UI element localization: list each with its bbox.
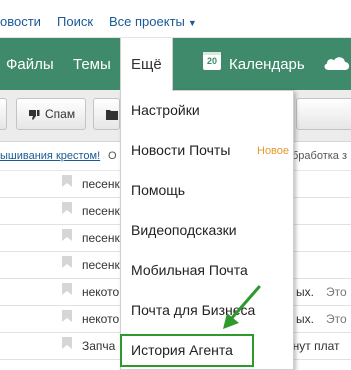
message-subject: песенк xyxy=(82,258,120,272)
news-link[interactable]: овости xyxy=(0,14,41,29)
cloud-icon[interactable] xyxy=(323,56,351,70)
nav-more-label: Ещё xyxy=(131,56,162,73)
message-snippet: ых. xyxy=(296,312,314,326)
calendar-day: 20 xyxy=(206,56,217,66)
thumb-down-icon xyxy=(29,110,40,120)
nav-topics[interactable]: Темы xyxy=(73,56,111,73)
flag-icon[interactable] xyxy=(62,310,72,322)
flag-icon[interactable] xyxy=(62,337,72,349)
message-snippet: анут плат xyxy=(286,339,340,353)
flag-icon[interactable] xyxy=(62,202,72,214)
main-nav: Файлы Темы Календарь xyxy=(0,38,351,90)
top-links-bar: овости Поиск Все проекты ▼ xyxy=(0,0,351,38)
message-subject: песенк xyxy=(82,177,120,191)
new-badge: Новое xyxy=(257,145,290,157)
message-subject: песенк xyxy=(82,204,120,218)
chevron-down-icon: ▼ xyxy=(187,18,197,28)
message-snippet-extra: Это xyxy=(326,312,347,326)
menu-item-help[interactable]: Помощь xyxy=(131,182,185,198)
flag-icon[interactable] xyxy=(62,175,72,187)
info-text: О xyxy=(108,150,117,162)
toolbar-button-right[interactable] xyxy=(296,98,351,130)
menu-item-mail-news[interactable]: Новости Почты xyxy=(131,142,230,158)
message-snippet: ых. xyxy=(296,285,314,299)
nav-files[interactable]: Файлы xyxy=(6,56,54,73)
message-subject: некото xyxy=(82,312,120,326)
flag-icon[interactable] xyxy=(62,283,72,295)
nav-calendar[interactable]: Календарь xyxy=(229,56,305,73)
promo-link[interactable]: ышивания крестом! xyxy=(0,150,100,162)
more-dropdown-menu: Настройки Новости Почты Новое Помощь Вид… xyxy=(120,90,294,370)
menu-item-video-tips[interactable]: Видеоподсказки xyxy=(131,222,237,238)
move-button[interactable] xyxy=(93,98,120,130)
message-subject: Запча xyxy=(82,339,116,353)
menu-item-settings[interactable]: Настройки xyxy=(131,102,200,118)
flag-icon[interactable] xyxy=(62,229,72,241)
calendar-icon[interactable]: 20 xyxy=(203,52,221,70)
spam-button[interactable]: Спам xyxy=(16,98,86,130)
spam-label: Спам xyxy=(45,107,76,121)
highlight-box xyxy=(120,334,254,367)
flag-icon[interactable] xyxy=(62,256,72,268)
toolbar-button-left[interactable] xyxy=(0,98,7,130)
search-link[interactable]: Поиск xyxy=(57,14,93,29)
message-snippet-extra: Это xyxy=(326,285,347,299)
arrow-icon xyxy=(223,285,261,329)
folder-icon xyxy=(106,110,118,120)
all-projects-label: Все проекты xyxy=(109,14,185,29)
info-text-right: бработка з xyxy=(292,150,348,162)
menu-item-mobile-mail[interactable]: Мобильная Почта xyxy=(131,262,248,278)
message-subject: некото xyxy=(82,285,120,299)
nav-more-tab[interactable]: Ещё xyxy=(120,38,173,91)
all-projects-link[interactable]: Все проекты ▼ xyxy=(109,14,197,29)
message-subject: песенк xyxy=(82,231,120,245)
